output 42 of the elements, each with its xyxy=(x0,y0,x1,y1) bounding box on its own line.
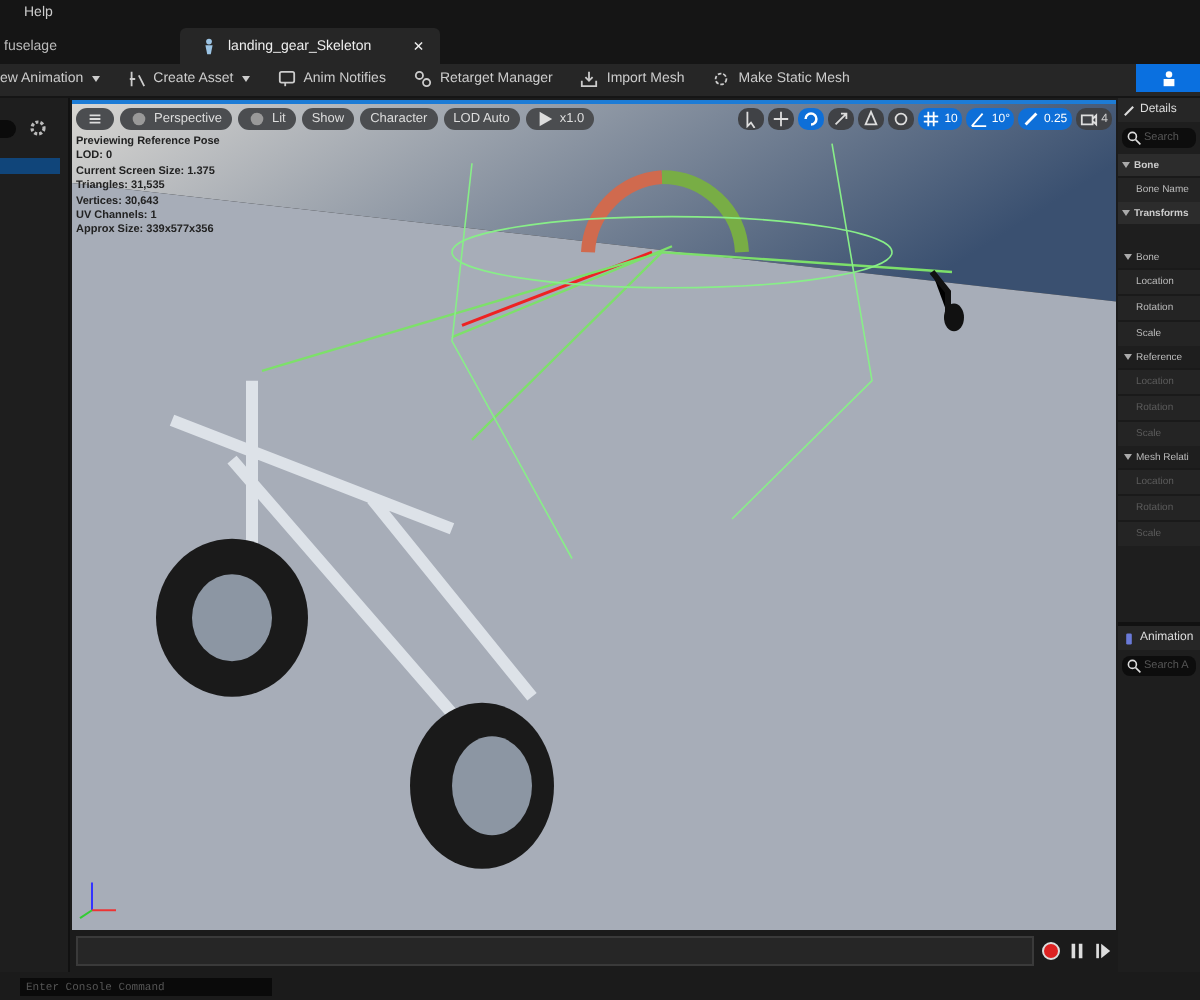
viewport-tool-button[interactable] xyxy=(888,108,915,130)
viewport-tool-button[interactable] xyxy=(858,108,885,130)
angle-icon xyxy=(969,110,988,128)
viewport-tool-button[interactable] xyxy=(738,108,765,130)
rotate-gizmo-drawing[interactable] xyxy=(461,170,749,327)
gear-icon xyxy=(712,69,731,87)
figure-icon xyxy=(200,37,218,55)
record-button[interactable] xyxy=(1042,941,1060,959)
rotate-icon xyxy=(802,110,821,128)
wheel-drawing xyxy=(929,269,964,332)
caret-icon xyxy=(91,75,100,81)
menu-icon xyxy=(86,110,104,128)
grid-icon xyxy=(922,110,941,128)
notify-icon xyxy=(277,69,296,87)
circle-icon xyxy=(892,110,911,128)
play-icon xyxy=(535,110,554,128)
viewport-tool-button[interactable] xyxy=(828,108,855,130)
triangle-icon xyxy=(862,110,881,128)
viewport-tool-button[interactable] xyxy=(768,108,795,130)
import-icon xyxy=(580,69,599,87)
close-button[interactable]: × xyxy=(413,36,424,56)
caret-icon xyxy=(241,75,250,81)
camera-icon xyxy=(1079,110,1098,128)
step-forward-button[interactable] xyxy=(1094,941,1112,959)
sphere-icon xyxy=(247,110,266,128)
move-icon xyxy=(772,110,791,128)
diagonal-icon xyxy=(1021,110,1040,128)
profile-button[interactable] xyxy=(1136,64,1200,92)
pause-button[interactable] xyxy=(1068,941,1086,959)
person-icon xyxy=(1159,69,1177,87)
viewport-menu-button[interactable] xyxy=(76,108,114,130)
bookmark-icon xyxy=(1122,631,1136,645)
sphere-icon xyxy=(130,110,148,128)
settings-icon[interactable] xyxy=(28,118,48,138)
retarget-icon xyxy=(413,69,432,87)
sparkle-icon xyxy=(127,69,146,87)
cursor-icon xyxy=(742,110,761,128)
timeline-track[interactable] xyxy=(76,935,1034,965)
scale-icon xyxy=(832,110,851,128)
axis-gizmo-drawing xyxy=(79,881,117,920)
viewport-tool-button[interactable] xyxy=(798,108,825,130)
pencil-icon xyxy=(1122,103,1136,117)
